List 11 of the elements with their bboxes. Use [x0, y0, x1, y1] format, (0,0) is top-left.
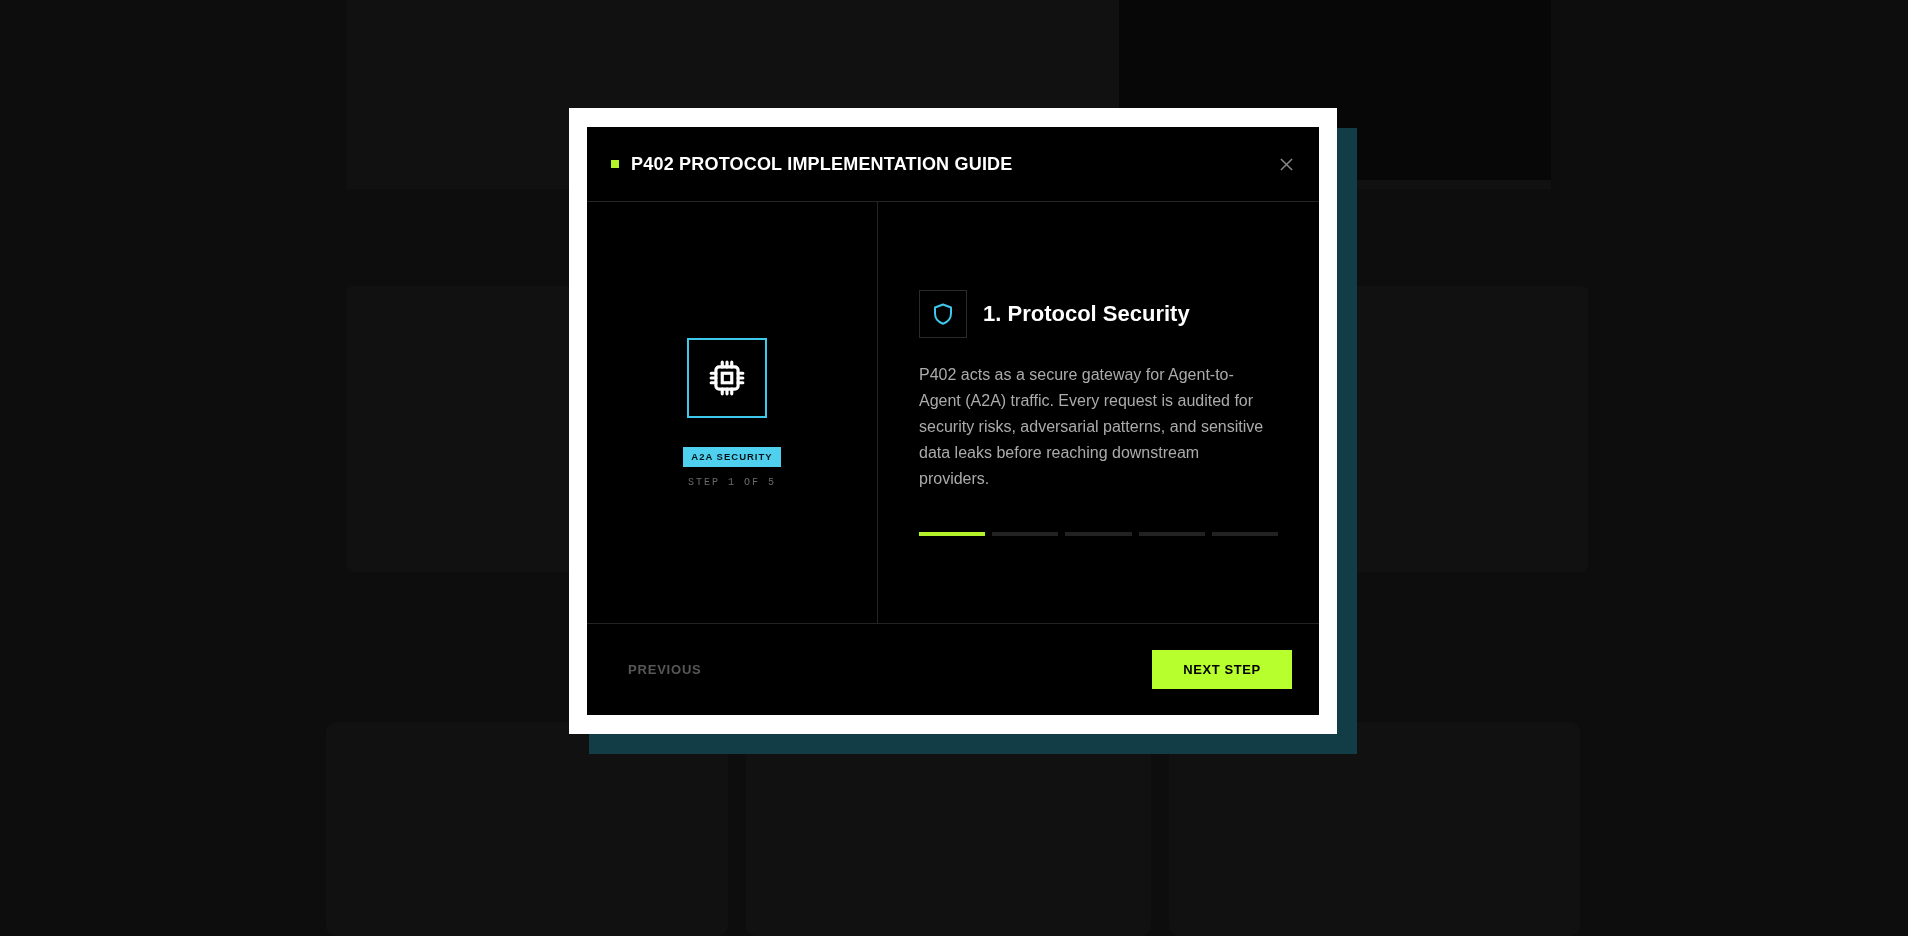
close-icon	[1280, 157, 1293, 171]
step-description: P402 acts as a secure gateway for Agent-to-Agent (A2A) traffic. Every request is audited for security risks, adversarial patterns, and sensitive data leaks before reaching downstream providers.	[919, 364, 1265, 489]
square-marker-icon	[611, 160, 619, 168]
close-button[interactable]	[1280, 157, 1293, 171]
next-step-button[interactable]: NEXT STEP	[1152, 650, 1292, 689]
chip-icon	[708, 358, 746, 397]
modal-title: P402 PROTOCOL IMPLEMENTATION GUIDE	[631, 153, 1014, 175]
category-badge: A2A SECURITY	[683, 446, 781, 467]
shield-icon	[931, 301, 955, 326]
step-counter: STEP 1 OF 5	[688, 476, 776, 488]
step-heading: 1. Protocol Security	[983, 300, 1190, 327]
